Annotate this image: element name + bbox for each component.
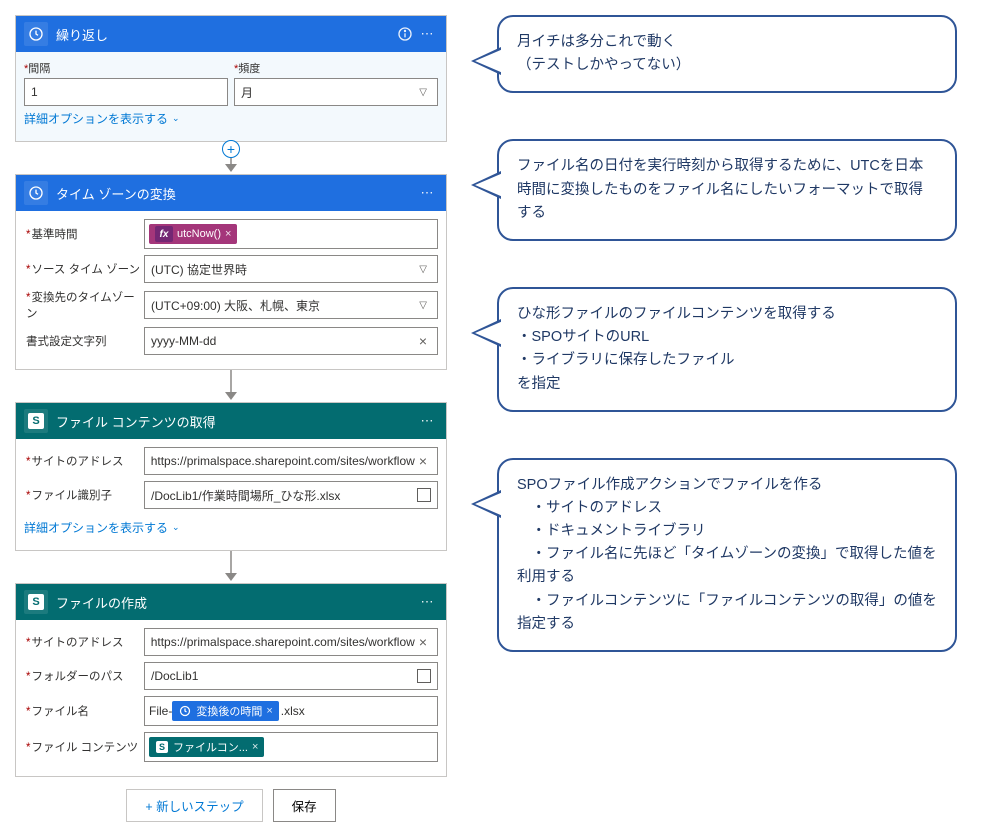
new-step-button[interactable]: + 新しいステップ [126,789,262,822]
more-icon[interactable]: ⋯ [416,410,438,432]
recurrence-header[interactable]: 繰り返し ⋯ [16,16,446,52]
chevron-down-icon: ▽ [415,87,431,98]
site-address-label: *サイトのアドレス [24,453,144,469]
clock-icon [24,181,48,205]
clock-icon [24,22,48,46]
annotation-bubble: ファイル名の日付を実行時刻から取得するために、UTCを日本時間に変換したものをフ… [497,139,957,241]
filename-suffix: .xlsx [281,704,305,718]
folder-path-label: *フォルダーのパス [24,668,144,684]
folder-picker-icon[interactable] [417,669,431,683]
file-id-input[interactable]: /DocLib1/作業時間場所_ひな形.xlsx [144,481,438,509]
more-icon[interactable]: ⋯ [416,591,438,613]
filename-input[interactable]: File- 変換後の時間 × .xlsx [144,696,438,726]
chevron-down-icon: ⌄ [172,522,180,533]
file-picker-icon[interactable] [417,488,431,502]
createfile-title: ファイルの作成 [56,593,416,612]
src-tz-label: *ソース タイム ゾーン [24,261,144,277]
tz-header[interactable]: タイム ゾーンの変換 ⋯ [16,175,446,211]
save-button[interactable]: 保存 [273,789,336,822]
file-content-label: *ファイル コンテンツ [24,739,144,755]
chevron-down-icon: ⌄ [172,113,180,124]
format-input[interactable]: yyyy-MM-dd × [144,327,438,355]
filename-prefix: File- [149,704,172,718]
annotation-bubble: ひな形ファイルのファイルコンテンツを取得する ・SPOサイトのURL ・ライブラ… [497,287,957,412]
clear-icon[interactable]: × [415,634,431,650]
filename-label: *ファイル名 [24,703,144,719]
pill-remove[interactable]: × [252,741,258,753]
base-time-label: *基準時間 [24,226,144,242]
sharepoint-icon: S [155,740,169,754]
format-label: 書式設定文字列 [24,333,144,349]
tz-title: タイム ゾーンの変換 [56,184,416,203]
card-recurrence: 繰り返し ⋯ *間隔 1 *頻度 月 ▽ [15,15,447,142]
card-tz-convert: タイム ゾーンの変換 ⋯ *基準時間 fx utcNow() × *ソース タ [15,174,447,370]
annotation-bubble: SPOファイル作成アクションでファイルを作る ・サイトのアドレス ・ドキュメント… [497,458,957,652]
connector [15,370,447,402]
pill-remove[interactable]: × [225,228,231,240]
base-time-input[interactable]: fx utcNow() × [144,219,438,249]
chevron-down-icon: ▽ [415,300,431,311]
frequency-select[interactable]: 月 ▽ [234,78,438,106]
clear-icon[interactable]: × [415,453,431,469]
more-icon[interactable]: ⋯ [416,182,438,204]
fx-icon: fx [155,226,173,242]
dynamic-content-pill[interactable]: S ファイルコン... × [149,737,264,757]
folder-path-input[interactable]: /DocLib1 [144,662,438,690]
recurrence-title: 繰り返し [56,25,394,44]
sharepoint-icon: S [24,409,48,433]
add-step-button[interactable]: + [222,140,240,158]
annotation-bubble: 月イチは多分これで動く （テストしかやってない） [497,15,957,93]
dst-tz-select[interactable]: (UTC+09:00) 大阪、札幌、東京 ▽ [144,291,438,319]
site-address-input[interactable]: https://primalspace.sharepoint.com/sites… [144,628,438,656]
clock-icon [178,704,192,718]
dst-tz-label: *変換先のタイムゾーン [24,289,144,321]
connector: + [15,142,447,174]
file-content-input[interactable]: S ファイルコン... × [144,732,438,762]
interval-label: *間隔 [24,60,228,76]
info-icon[interactable] [394,23,416,45]
more-icon[interactable]: ⋯ [416,23,438,45]
flow-designer: 繰り返し ⋯ *間隔 1 *頻度 月 ▽ [15,15,447,822]
frequency-label: *頻度 [234,60,438,76]
expression-pill[interactable]: fx utcNow() × [149,224,237,244]
getcontent-title: ファイル コンテンツの取得 [56,412,416,431]
sharepoint-icon: S [24,590,48,614]
advanced-options-link[interactable]: 詳細オプションを表示する⌄ [24,106,180,133]
connector [15,551,447,583]
clear-icon[interactable]: × [415,333,431,349]
interval-input[interactable]: 1 [24,78,228,106]
site-address-input[interactable]: https://primalspace.sharepoint.com/sites… [144,447,438,475]
recurrence-body: *間隔 1 *頻度 月 ▽ 詳細オプションを表示する⌄ [16,52,446,141]
dynamic-content-pill[interactable]: 変換後の時間 × [172,701,278,721]
site-address-label: *サイトのアドレス [24,634,144,650]
annotation-panel: 月イチは多分これで動く （テストしかやってない） ファイル名の日付を実行時刻から… [447,15,987,822]
file-id-label: *ファイル識別子 [24,487,144,503]
getcontent-header[interactable]: S ファイル コンテンツの取得 ⋯ [16,403,446,439]
bottom-toolbar: + 新しいステップ 保存 [15,789,447,822]
card-get-file-content: S ファイル コンテンツの取得 ⋯ *サイトのアドレス https://prim… [15,402,447,551]
src-tz-select[interactable]: (UTC) 協定世界時 ▽ [144,255,438,283]
advanced-options-link[interactable]: 詳細オプションを表示する⌄ [24,515,180,542]
card-create-file: S ファイルの作成 ⋯ *サイトのアドレス https://primalspac… [15,583,447,777]
chevron-down-icon: ▽ [415,264,431,275]
createfile-header[interactable]: S ファイルの作成 ⋯ [16,584,446,620]
pill-remove[interactable]: × [266,705,272,717]
